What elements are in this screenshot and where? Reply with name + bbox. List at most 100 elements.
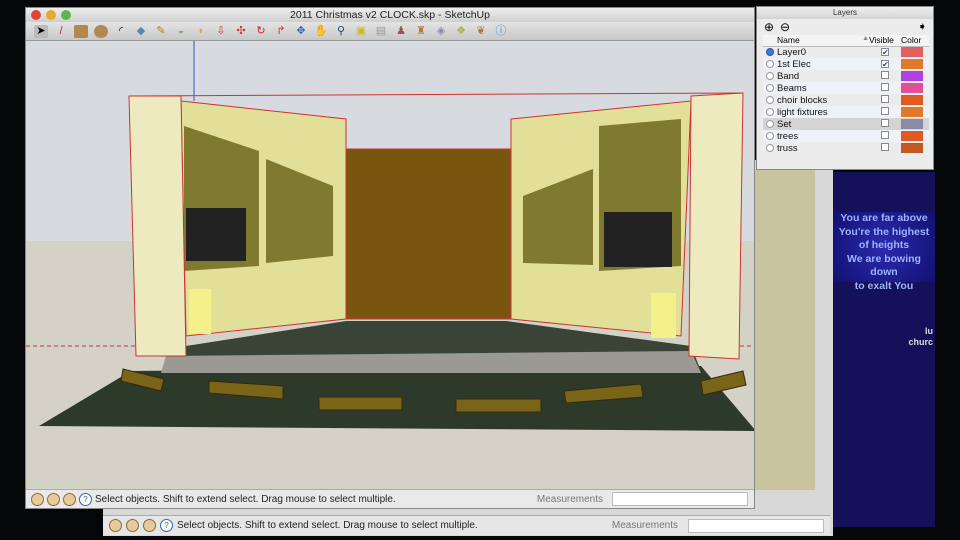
active-layer-radio[interactable] <box>766 83 774 92</box>
3d-viewport[interactable] <box>26 41 754 489</box>
geo-icon[interactable] <box>143 519 156 532</box>
layer-row[interactable]: truss <box>763 142 929 154</box>
help-icon[interactable]: ? <box>160 519 173 532</box>
active-layer-radio[interactable] <box>766 119 774 128</box>
active-layer-radio[interactable] <box>766 48 774 57</box>
layer-color-swatch[interactable] <box>901 94 923 105</box>
column-name[interactable]: Name ▲ <box>777 35 869 47</box>
warehouse-icon[interactable]: ♜ <box>414 25 428 38</box>
layer-name[interactable]: Layer0 <box>777 46 869 58</box>
lyrics: You are far above You're the highest of … <box>833 212 935 292</box>
column-color[interactable]: Color <box>901 35 929 47</box>
measurements-input[interactable] <box>688 518 824 533</box>
visible-checkbox[interactable] <box>881 106 889 115</box>
pencil-icon[interactable]: / <box>54 25 68 38</box>
visible-checkbox[interactable] <box>881 82 889 91</box>
details-arrow-icon[interactable]: ➧ <box>918 20 927 33</box>
layer-row[interactable]: trees <box>763 130 929 142</box>
push-pull-icon[interactable]: ◗ <box>194 25 208 38</box>
status-bar: ? Select objects. Shift to extend select… <box>26 489 754 508</box>
credits-icon[interactable] <box>47 492 60 506</box>
active-layer-radio[interactable] <box>766 107 774 116</box>
panel-title: Layers <box>757 7 933 19</box>
background-viewport <box>755 170 815 490</box>
layer-name[interactable]: trees <box>777 130 869 142</box>
layer-name[interactable]: light fixtures <box>777 106 869 118</box>
layer-color-swatch[interactable] <box>901 118 923 129</box>
styles-icon[interactable]: ❦ <box>474 25 488 38</box>
visible-checkbox[interactable]: ✔ <box>881 47 889 56</box>
visible-checkbox[interactable] <box>881 94 889 103</box>
user-icon[interactable] <box>126 519 139 532</box>
active-layer-radio[interactable] <box>766 59 774 68</box>
move-icon[interactable]: ⇩ <box>214 25 228 38</box>
active-layer-radio[interactable] <box>766 143 774 152</box>
arc-icon[interactable]: ◜ <box>114 25 128 38</box>
lyric-line: You are far above <box>840 212 928 224</box>
visible-checkbox[interactable]: ✔ <box>881 59 889 68</box>
circle-icon[interactable] <box>94 24 108 38</box>
pan-icon[interactable]: ✋ <box>314 25 328 38</box>
tape-icon[interactable]: ✎ <box>154 25 168 38</box>
zoom-extents-icon[interactable]: ▣ <box>354 25 368 38</box>
layer-color-swatch[interactable] <box>901 58 923 69</box>
user-icon[interactable] <box>63 492 76 506</box>
layer-row[interactable]: choir blocks <box>763 94 929 106</box>
paint-icon[interactable]: ◒ <box>174 25 188 38</box>
add-layer-icon[interactable]: ⊕ <box>764 20 774 34</box>
layer-row[interactable]: Layer0 ✔ <box>763 46 929 58</box>
sketchup-window: 2011 Christmas v2 CLOCK.skp - SketchUp ➤… <box>25 7 755 509</box>
layer-color-swatch[interactable] <box>901 130 923 141</box>
layer-row[interactable]: Beams <box>763 82 929 94</box>
layer-row[interactable]: Set <box>763 118 929 130</box>
lyric-line: to exalt You <box>854 279 914 292</box>
layer-name[interactable]: truss <box>777 142 869 154</box>
info-icon[interactable]: ⓘ <box>494 25 508 38</box>
back-status-bar: ? Select objects. Shift to extend select… <box>103 515 830 535</box>
visible-checkbox[interactable] <box>881 130 889 139</box>
lyric-line: We are bowing down <box>847 252 921 279</box>
layer-name[interactable]: 1st Elec <box>777 58 869 70</box>
layer-manager-icon[interactable]: ❖ <box>454 25 468 38</box>
layer-name[interactable]: Band <box>777 70 869 82</box>
share-icon[interactable]: ◈ <box>434 25 448 38</box>
layer-row[interactable]: light fixtures <box>763 106 929 118</box>
layer-color-swatch[interactable] <box>901 106 923 117</box>
zoom-icon[interactable]: ⚲ <box>334 25 348 38</box>
active-layer-radio[interactable] <box>766 71 774 80</box>
measurements-input[interactable] <box>612 492 748 506</box>
active-layer-radio[interactable] <box>766 131 774 140</box>
layer-name[interactable]: Set <box>777 118 869 130</box>
layer-color-swatch[interactable] <box>901 70 923 81</box>
layer-color-swatch[interactable] <box>901 142 923 153</box>
move-cross-icon[interactable]: ✣ <box>234 25 248 38</box>
zoom-button[interactable] <box>61 10 71 20</box>
rectangle-icon[interactable] <box>74 24 88 38</box>
close-button[interactable] <box>31 10 41 20</box>
previous-view-icon[interactable]: ▤ <box>374 25 388 38</box>
measurements-label: Measurements <box>536 493 603 505</box>
visible-checkbox[interactable] <box>881 142 889 151</box>
column-visible[interactable]: Visible <box>869 35 901 47</box>
select-tool-icon[interactable]: ➤ <box>34 24 48 38</box>
layer-name[interactable]: choir blocks <box>777 94 869 106</box>
eraser-icon[interactable]: ◆ <box>134 25 148 38</box>
visible-checkbox[interactable] <box>881 70 889 79</box>
active-layer-radio[interactable] <box>766 95 774 104</box>
visible-checkbox[interactable] <box>881 118 889 127</box>
minimize-button[interactable] <box>46 10 56 20</box>
layer-row[interactable]: Band <box>763 70 929 82</box>
geo-location-icon[interactable] <box>31 492 44 506</box>
help-icon[interactable]: ? <box>79 492 92 506</box>
component-icon[interactable]: ♟ <box>394 25 408 38</box>
layer-row[interactable]: 1st Elec ✔ <box>763 58 929 70</box>
layer-color-swatch[interactable] <box>901 47 923 58</box>
rotate-icon[interactable]: ↻ <box>254 25 268 38</box>
layer-name[interactable]: Beams <box>777 82 869 94</box>
follow-me-icon[interactable]: ↱ <box>274 25 288 38</box>
layer-color-swatch[interactable] <box>901 82 923 93</box>
remove-layer-icon[interactable]: ⊖ <box>780 20 790 34</box>
orbit-icon[interactable]: ✥ <box>294 25 308 38</box>
orbit-icon[interactable] <box>109 519 122 532</box>
stage-model[interactable] <box>26 41 754 489</box>
